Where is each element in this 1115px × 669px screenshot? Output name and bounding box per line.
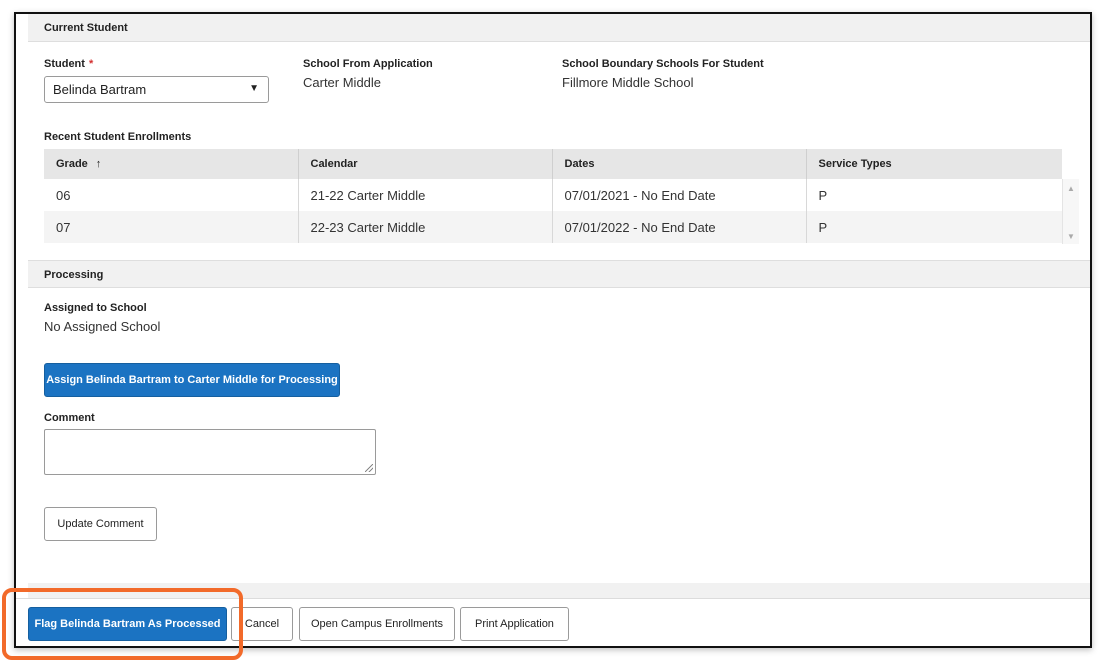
cell-service-types: P <box>818 187 828 203</box>
school-from-application-value: Carter Middle <box>303 75 382 90</box>
cancel-button[interactable]: Cancel <box>231 607 293 641</box>
assign-for-processing-button[interactable]: Assign Belinda Bartram to Carter Middle … <box>44 363 340 397</box>
student-select-value: Belinda Bartram <box>53 82 147 97</box>
student-select[interactable]: Belinda Bartram ▼ <box>44 76 269 103</box>
resize-grip-icon[interactable] <box>365 464 373 472</box>
assigned-school-value: No Assigned School <box>44 319 161 334</box>
caret-down-icon: ▼ <box>249 83 259 94</box>
application-detail-panel: Current Student Student * Belinda Bartram… <box>14 12 1092 648</box>
assigned-school-label: Assigned to School <box>44 302 147 314</box>
column-header-calendar[interactable]: Calendar <box>298 149 553 179</box>
table-row[interactable]: 07 22-23 Carter Middle 07/01/2022 - No E… <box>44 211 1079 243</box>
current-student-header: Current Student <box>28 14 1090 42</box>
scroll-up-icon[interactable]: ▲ <box>1067 184 1075 193</box>
flag-as-processed-button[interactable]: Flag Belinda Bartram As Processed <box>28 607 227 641</box>
scrollbar-header-spacer <box>1062 149 1079 179</box>
column-header-grade[interactable]: Grade ↑ <box>44 149 299 179</box>
cell-dates: 07/01/2021 - No End Date <box>552 179 807 211</box>
scroll-down-icon[interactable]: ▼ <box>1067 232 1075 241</box>
cell-calendar: 21-22 Carter Middle <box>298 179 553 211</box>
table-row[interactable]: 06 21-22 Carter Middle 07/01/2021 - No E… <box>44 179 1079 211</box>
required-marker: * <box>88 58 94 70</box>
cell-calendar: 22-23 Carter Middle <box>298 211 553 243</box>
cell-grade: 07 <box>44 211 299 243</box>
action-footer: Flag Belinda Bartram As Processed Cancel… <box>16 598 1090 646</box>
open-campus-enrollments-button[interactable]: Open Campus Enrollments <box>299 607 455 641</box>
table-header-row: Grade ↑ Calendar Dates Service Types <box>44 149 1079 179</box>
section-divider <box>28 583 1090 598</box>
column-header-dates[interactable]: Dates <box>552 149 807 179</box>
boundary-schools-value: Fillmore Middle School <box>562 75 694 90</box>
comment-label: Comment <box>44 412 95 424</box>
boundary-schools-label: School Boundary Schools For Student <box>562 58 764 70</box>
cell-grade: 06 <box>44 179 299 211</box>
cell-dates: 07/01/2022 - No End Date <box>552 211 807 243</box>
processing-header: Processing <box>28 260 1090 288</box>
column-header-label: Grade <box>56 158 88 170</box>
print-application-button[interactable]: Print Application <box>460 607 569 641</box>
enrollments-table: Grade ↑ Calendar Dates Service Types 06 2… <box>44 149 1079 243</box>
panel-content: Current Student Student * Belinda Bartram… <box>28 14 1090 598</box>
school-from-application-label: School From Application <box>303 58 433 70</box>
sort-ascending-icon: ↑ <box>95 158 102 170</box>
update-comment-button[interactable]: Update Comment <box>44 507 157 541</box>
cell-service-types: P <box>806 211 1079 243</box>
comment-textarea[interactable] <box>44 429 376 475</box>
student-label-text: Student <box>44 58 85 70</box>
column-header-service-types[interactable]: Service Types <box>806 149 1079 179</box>
recent-enrollments-title: Recent Student Enrollments <box>44 131 192 143</box>
table-scrollbar[interactable]: ▲ ▼ <box>1062 179 1079 244</box>
student-label: Student * <box>44 58 93 70</box>
